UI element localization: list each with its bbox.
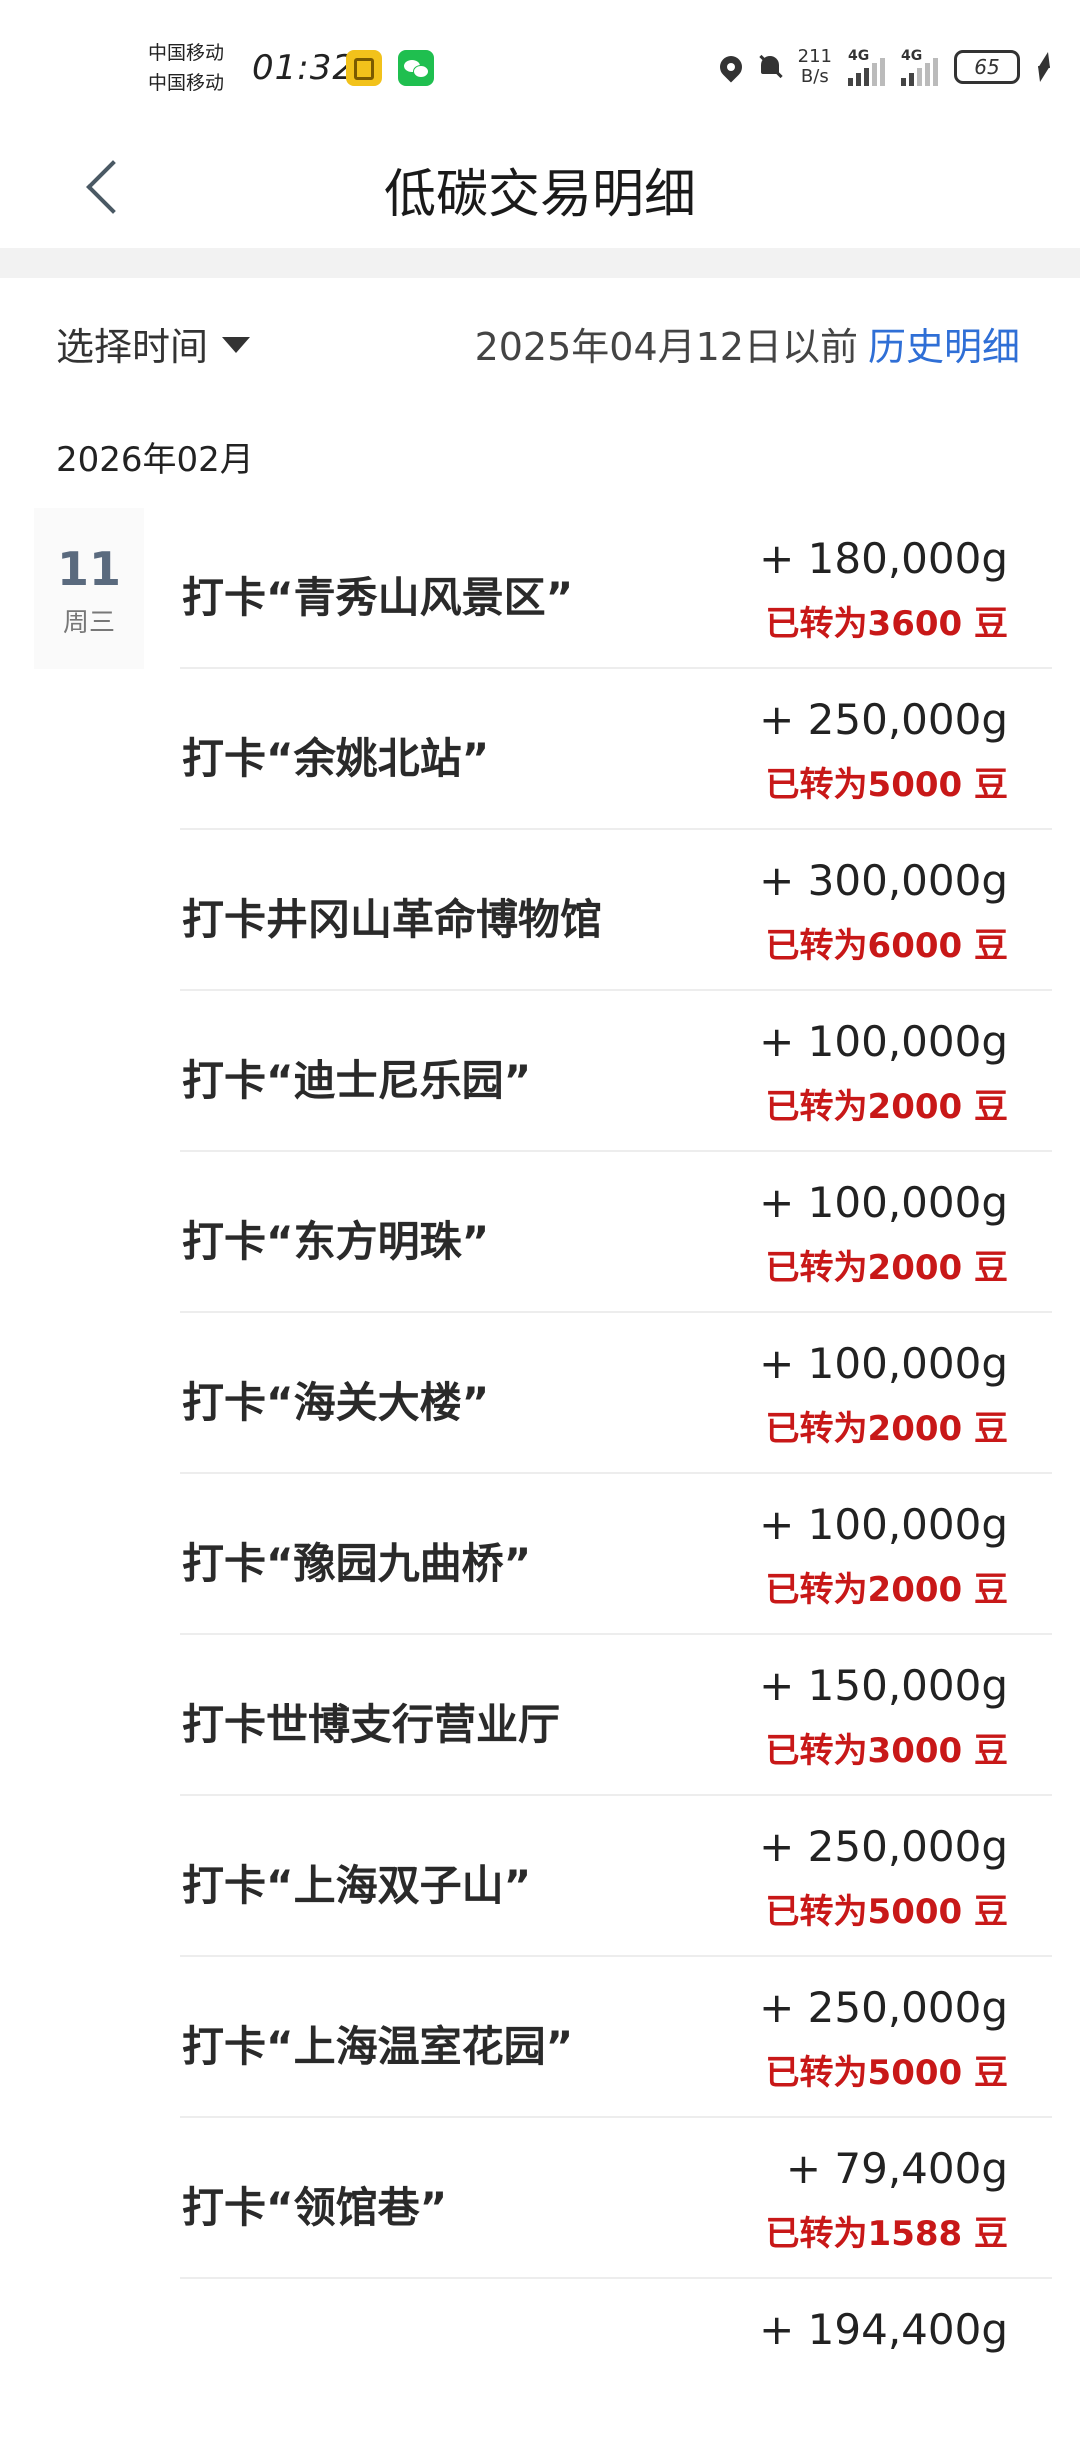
date-weekday: 周三: [62, 608, 115, 638]
transaction-amount: + 100,000g: [759, 1500, 1008, 1549]
transaction-conversion: 已转为2000 豆: [765, 1409, 1008, 1449]
charging-icon: [1036, 52, 1050, 82]
transaction-list: 11 周三 打卡“青秀山风景区” + 180,000g 已转为3600 豆 打卡…: [0, 508, 1080, 2440]
list-item[interactable]: 打卡“东方明珠” + 100,000g 已转为2000 豆: [0, 1152, 1080, 1313]
transaction-title: 打卡井冈山革命博物馆: [182, 895, 603, 944]
select-time-dropdown[interactable]: 选择时间: [56, 316, 251, 371]
filter-row: 选择时间 2025年04月12日以前 历史明细: [0, 278, 1080, 408]
transaction-amount: + 194,400g: [759, 2305, 1008, 2354]
select-time-label: 选择时间: [56, 325, 209, 369]
transaction-conversion: 已转为6000 豆: [765, 926, 1008, 966]
transaction-title: 打卡“迪士尼乐园”: [182, 1056, 532, 1105]
notes-app-icon: [346, 50, 382, 86]
transaction-conversion: 已转为2000 豆: [765, 1248, 1008, 1288]
page-title: 低碳交易明细: [383, 165, 696, 225]
transaction-title: 打卡“上海温室花园”: [182, 2022, 574, 2071]
transaction-amount: + 250,000g: [759, 1983, 1008, 2032]
signal-1-icon: 4G: [848, 48, 885, 86]
transaction-title: 打卡“海关大楼”: [182, 1378, 490, 1427]
list-item[interactable]: 打卡“上海双子山” + 250,000g 已转为5000 豆: [0, 1796, 1080, 1957]
list-item[interactable]: 打卡“迪士尼乐园” + 100,000g 已转为2000 豆: [0, 991, 1080, 1152]
transaction-amount: + 250,000g: [759, 695, 1008, 744]
transaction-amount: + 180,000g: [759, 534, 1008, 583]
history-link[interactable]: 历史明细: [868, 325, 1020, 369]
caret-down-icon: [222, 336, 251, 353]
transaction-conversion: 已转为2000 豆: [765, 1087, 1008, 1127]
transaction-conversion: 已转为3000 豆: [765, 1731, 1008, 1771]
list-item[interactable]: 打卡“豫园九曲桥” + 100,000g 已转为2000 豆: [0, 1474, 1080, 1635]
list-item[interactable]: + 194,400g: [0, 2279, 1080, 2440]
carrier-1: 中国移动: [148, 42, 225, 64]
transaction-conversion: 已转为3600 豆: [765, 604, 1008, 644]
list-item[interactable]: 打卡“青秀山风景区” + 180,000g 已转为3600 豆: [0, 508, 1080, 669]
list-item[interactable]: 打卡世博支行营业厅 + 150,000g 已转为3000 豆: [0, 1635, 1080, 1796]
transaction-conversion: 已转为5000 豆: [765, 765, 1008, 805]
carrier-labels: 中国移动 中国移动: [148, 38, 224, 98]
month-header: 2026年02月: [56, 440, 254, 480]
list-item[interactable]: 打卡“上海温室花园” + 250,000g 已转为5000 豆: [0, 1957, 1080, 2118]
carrier-2: 中国移动: [148, 72, 225, 94]
transaction-title: 打卡世博支行营业厅: [182, 1700, 561, 1749]
transaction-conversion: 已转为1588 豆: [765, 2214, 1008, 2254]
location-icon: [715, 51, 747, 83]
transaction-amount: + 100,000g: [759, 1017, 1008, 1066]
status-right-icons: 211 B/s 4G 4G 65: [715, 44, 1050, 90]
transaction-amount: + 300,000g: [759, 856, 1008, 905]
list-item[interactable]: 打卡“余姚北站” + 250,000g 已转为5000 豆: [0, 669, 1080, 830]
transaction-title: 打卡“领馆巷”: [182, 2183, 448, 2232]
signal-2-icon: 4G: [901, 48, 938, 86]
battery-icon: 65: [954, 50, 1020, 84]
transaction-conversion: 已转为5000 豆: [765, 1892, 1008, 1932]
transaction-amount: + 79,400g: [785, 2144, 1008, 2193]
mute-bell-icon: [758, 54, 782, 80]
list-item[interactable]: 打卡“海关大楼” + 100,000g 已转为2000 豆: [0, 1313, 1080, 1474]
transaction-amount: + 150,000g: [759, 1661, 1008, 1710]
status-bar: 中国移动 中国移动 01:32 211 B/s 4G 4G 65: [0, 0, 1080, 130]
date-marker: 11 周三: [34, 508, 144, 669]
status-time: 01:32: [252, 48, 355, 88]
date-day: 11: [56, 542, 121, 596]
wechat-icon: [398, 50, 434, 86]
transaction-title: 打卡“上海双子山”: [182, 1861, 532, 1910]
history-notice: 2025年04月12日以前 历史明细: [475, 316, 1020, 371]
nav-header: 低碳交易明细: [0, 130, 1080, 248]
before-date-text: 2025年04月12日以前: [474, 325, 858, 369]
transaction-title: 打卡“青秀山风景区”: [182, 573, 574, 622]
list-item[interactable]: 打卡“领馆巷” + 79,400g 已转为1588 豆: [0, 2118, 1080, 2279]
transaction-amount: + 250,000g: [759, 1822, 1008, 1871]
network-speed: 211 B/s: [797, 46, 832, 87]
transaction-amount: + 100,000g: [759, 1178, 1008, 1227]
list-item[interactable]: 打卡井冈山革命博物馆 + 300,000g 已转为6000 豆: [0, 830, 1080, 991]
transaction-conversion: 已转为2000 豆: [765, 1570, 1008, 1610]
transaction-title: 打卡“东方明珠”: [182, 1217, 490, 1266]
transaction-title: 打卡“余姚北站”: [182, 734, 490, 783]
header-divider: [0, 248, 1080, 278]
transaction-conversion: 已转为5000 豆: [765, 2053, 1008, 2093]
transaction-title: 打卡“豫园九曲桥”: [182, 1539, 532, 1588]
transaction-amount: + 100,000g: [759, 1339, 1008, 1388]
